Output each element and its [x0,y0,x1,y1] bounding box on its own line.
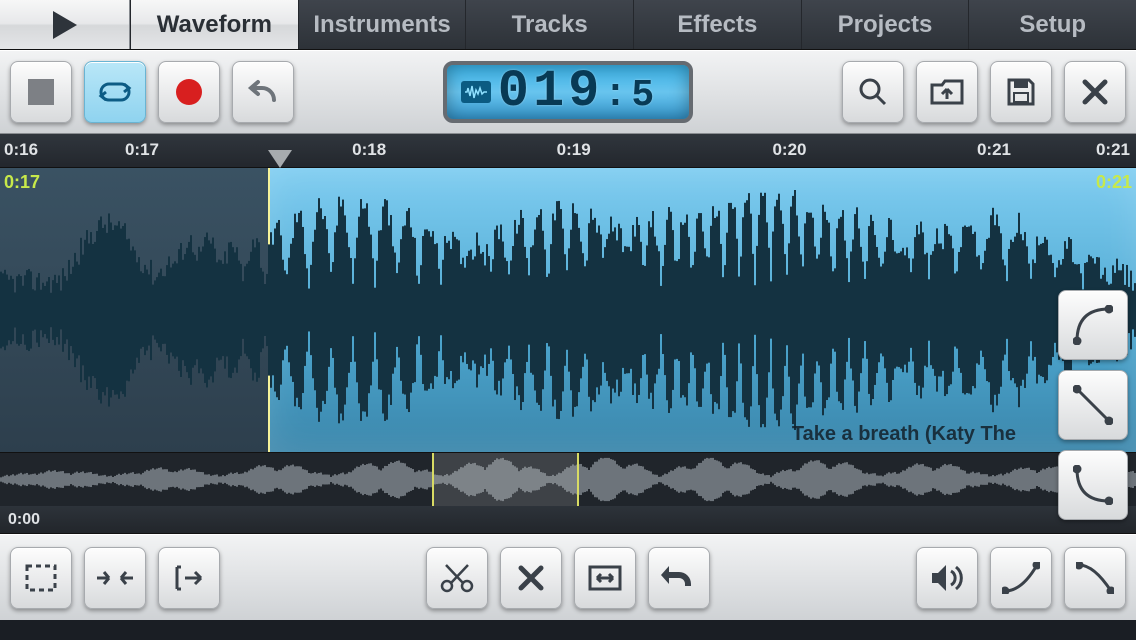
track-name-label: Take a breath (Katy The [792,423,1016,446]
ruler-tick: 0:18 [352,140,386,160]
save-button[interactable] [990,61,1052,123]
record-icon [175,78,203,106]
speaker-icon [930,563,964,593]
fade-in-icon [1002,562,1040,594]
fade-in-button[interactable] [990,547,1052,609]
tab-projects[interactable]: Projects [801,0,969,49]
fade-curve-linear-button[interactable] [1058,370,1128,440]
ruler-tick: 0:21 [1096,140,1130,160]
ruler-tick: 0:20 [772,140,806,160]
undo-button[interactable] [232,61,294,123]
curve-linear-icon [1073,385,1113,425]
tab-effects[interactable]: Effects [633,0,801,49]
upload-folder-icon [930,77,964,107]
transport-toolbar: 019:5 [0,50,1136,134]
fade-out-icon [1076,562,1114,594]
ruler-tick: 0:21 [977,140,1011,160]
fit-icon [587,564,623,592]
stop-button[interactable] [10,61,72,123]
undo-icon [246,78,280,106]
close-button[interactable] [1064,61,1126,123]
tab-setup[interactable]: Setup [968,0,1136,49]
time-ruler[interactable]: 0:16 0:17 0:18 0:19 0:20 0:21 0:21 [0,134,1136,168]
tab-instruments[interactable]: Instruments [298,0,466,49]
save-icon [1006,77,1036,107]
fade-curve-buttons [1058,290,1128,520]
ruler-tick: 0:16 [4,140,38,160]
trim-outside-button[interactable] [84,547,146,609]
loop-button[interactable] [84,61,146,123]
delete-button[interactable] [500,547,562,609]
marquee-select-button[interactable] [10,547,72,609]
volume-button[interactable] [916,547,978,609]
curve-concave-icon [1073,465,1113,505]
zoom-button[interactable] [842,61,904,123]
curve-convex-icon [1073,305,1113,345]
fade-curve-convex-button[interactable] [1058,290,1128,360]
loop-icon [96,80,134,104]
record-button[interactable] [158,61,220,123]
scissors-icon [440,563,474,593]
bracket-arrow-icon [171,563,207,593]
stop-icon [28,79,54,105]
top-tab-bar: Waveform Instruments Tracks Effects Proj… [0,0,1136,50]
close-icon [1081,78,1109,106]
fit-selection-button[interactable] [574,547,636,609]
arrows-in-icon [95,565,135,591]
playhead-marker[interactable] [268,150,292,168]
waveform-canvas[interactable]: 0:17 0:21 Take a breath (Katy The [0,168,1136,452]
fade-out-button[interactable] [1064,547,1126,609]
play-button[interactable] [0,0,130,49]
overview-time-label: 0:00 [0,506,1136,534]
overview-window[interactable] [432,453,580,506]
export-button[interactable] [916,61,978,123]
waveform-graphic [0,168,1136,452]
snap-end-button[interactable] [158,547,220,609]
marquee-icon [24,563,58,593]
cut-button[interactable] [426,547,488,609]
overview-strip[interactable] [0,452,1136,506]
fade-curve-concave-button[interactable] [1058,450,1128,520]
waveform-icon [461,81,491,103]
play-icon [53,11,77,39]
search-icon [857,76,889,108]
revert-button[interactable] [648,547,710,609]
ruler-tick: 0:17 [125,140,159,160]
ruler-tick: 0:19 [557,140,591,160]
tab-tracks[interactable]: Tracks [465,0,633,49]
tab-waveform[interactable]: Waveform [130,0,298,49]
time-display[interactable]: 019:5 [443,61,693,123]
revert-icon [661,564,697,592]
time-display-value: 019:5 [498,66,658,118]
x-icon [518,565,544,591]
edit-toolbar [0,534,1136,620]
